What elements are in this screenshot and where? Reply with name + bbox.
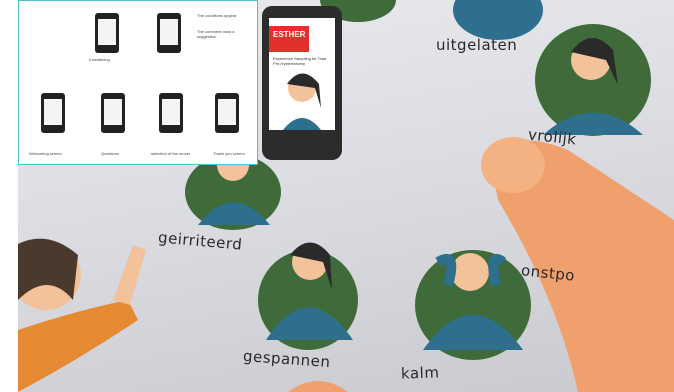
esther-phone: ESTHER Experience Sampling for Total Pre… (262, 6, 342, 160)
step-label-3: selection of the mover (151, 151, 191, 156)
avatar-vrolijk (535, 24, 651, 136)
mini-phone-6 (215, 93, 239, 133)
step-label-1: Welcoming screen (29, 151, 62, 156)
bottom-finger (288, 381, 348, 392)
step-label-5: h.bestening (89, 57, 110, 62)
mini-phone-2 (101, 93, 125, 133)
step-label-2: Questions (101, 151, 120, 156)
avatar-top-center (453, 0, 543, 40)
mini-phone-1 (41, 93, 65, 133)
avatar-gespannen (258, 242, 358, 350)
esther-pointing (18, 238, 146, 392)
inset-note-1: The conditions appear (197, 13, 237, 18)
mini-phone-5 (95, 13, 119, 53)
mini-phone-3 (159, 93, 183, 133)
mini-phone-4 (157, 13, 181, 53)
photo-scene: uitgelaten vrolijk geirriteerd gespannen… (0, 0, 674, 392)
phone-screen: ESTHER Experience Sampling for Total Pre… (269, 18, 335, 130)
label-kalm: kalm (400, 363, 440, 383)
flow-diagram-inset: h.bestening The conditions appear The co… (18, 0, 258, 165)
phone-avatar (283, 73, 321, 130)
label-uitgelaten: uitgelaten (436, 36, 518, 54)
avatar-kalm (415, 250, 531, 360)
step-label-4: Thank you screen (213, 151, 245, 156)
inset-note-2: The comment must a suggestion (197, 29, 235, 39)
